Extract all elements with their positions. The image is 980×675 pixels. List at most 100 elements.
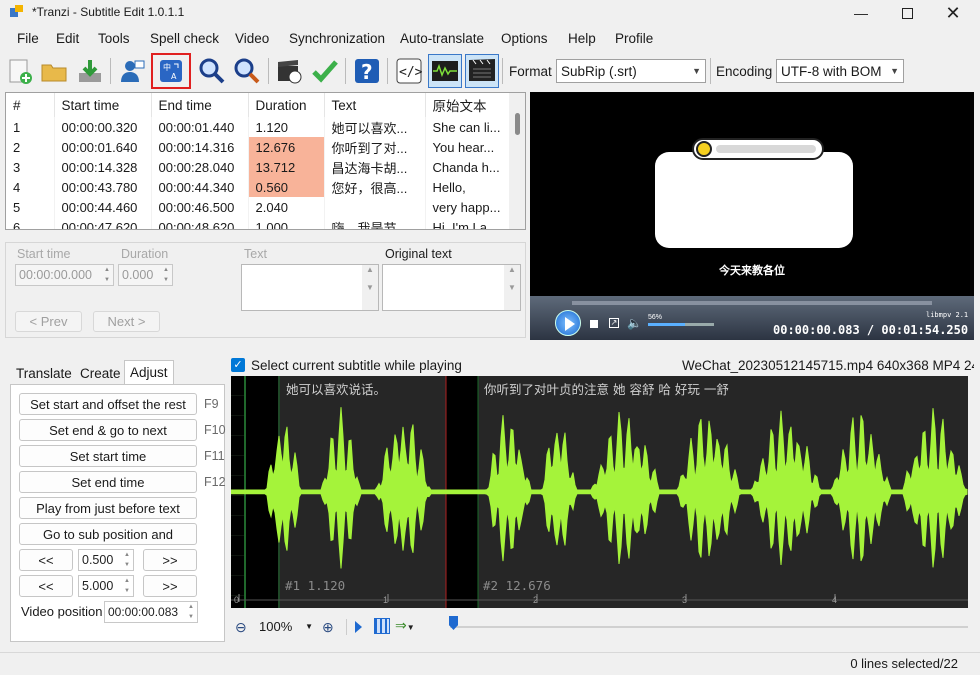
video-position-label: Video position — [21, 604, 103, 619]
table-row[interactable]: 5 00:00:44.460 00:00:46.500 2.040 very happ.… — [6, 197, 512, 217]
cell-start: 00:00:14.328 — [54, 157, 152, 177]
video-toggle-button[interactable] — [465, 54, 499, 88]
original-scrollbar[interactable]: ▲ ▼ — [504, 265, 520, 310]
spinner-arrows-icon: ▲ ▼ — [188, 604, 194, 620]
table-row[interactable]: 1 00:00:00.320 00:00:01.440 1.120 她可以喜欢... Sh… — [6, 117, 512, 137]
menu-spell-check[interactable]: Spell check — [150, 31, 219, 46]
menu-auto-translate[interactable]: Auto-translate — [400, 31, 484, 46]
table-row[interactable]: 4 00:00:43.780 00:00:44.340 0.560 您好，很高... He… — [6, 177, 512, 197]
table-row[interactable]: 2 00:00:01.640 00:00:14.316 12.676 你听到了对... Y… — [6, 137, 512, 157]
svg-text:A: A — [171, 72, 177, 81]
minimize-button[interactable]: — — [838, 0, 884, 26]
translate-person-button[interactable] — [116, 54, 148, 88]
navigation-options-button[interactable]: ⇒▼ — [395, 617, 415, 634]
waveform-view[interactable]: 她可以喜欢说话。 你听到了对叶贞的注意 她 容舒 哈 好玩 一舒 #1 1.12… — [231, 376, 968, 608]
menu-file[interactable]: File — [17, 31, 39, 46]
set-start-time-button[interactable]: Set start time — [19, 445, 197, 467]
replace-button[interactable] — [231, 54, 263, 88]
col-number[interactable]: # — [6, 93, 55, 117]
menu-options[interactable]: Options — [501, 31, 548, 46]
close-button[interactable]: ✕ — [930, 0, 976, 26]
go-to-sub-position-button[interactable]: Go to sub position and — [19, 523, 197, 545]
spectrogram-button[interactable] — [374, 618, 390, 634]
toolbar: 中A ? </> Format SubRip (.srt) ▼ Encoding… — [0, 52, 980, 90]
back-small-button[interactable]: << — [19, 549, 73, 571]
menu-profile[interactable]: Profile — [615, 31, 653, 46]
open-file-button[interactable] — [38, 54, 70, 88]
new-file-button[interactable] — [4, 54, 36, 88]
grid-scrollbar[interactable] — [509, 93, 525, 229]
tick-label: 4 — [832, 595, 838, 605]
zoom-in-button[interactable]: ⊕ — [322, 619, 334, 636]
play-selection-button[interactable] — [355, 621, 362, 633]
video-progress-track[interactable] — [572, 301, 932, 305]
fwd-large-button[interactable]: >> — [143, 575, 197, 597]
menu-tools[interactable]: Tools — [98, 31, 130, 46]
encoding-select[interactable]: UTF-8 with BOM ▼ — [776, 59, 904, 83]
small-step-input[interactable]: 0.500 ▲ ▼ — [78, 549, 134, 571]
auto-translate-button[interactable]: 中A — [151, 53, 191, 89]
cell-duration: 13.712 — [248, 157, 325, 177]
select-while-playing-checkbox[interactable]: ✓ — [231, 358, 245, 372]
tick-label: 0 — [234, 595, 240, 605]
col-end-time[interactable]: End time — [151, 93, 249, 117]
play-button[interactable] — [555, 310, 581, 336]
col-duration[interactable]: Duration — [248, 93, 325, 117]
tab-create[interactable]: Create — [75, 362, 126, 384]
visual-sync-button[interactable] — [273, 54, 305, 88]
chevron-down-icon: ▼ — [890, 66, 899, 76]
play-before-text-button[interactable]: Play from just before text — [19, 497, 197, 519]
menu-synchronization[interactable]: Synchronization — [289, 31, 385, 46]
prev-button[interactable]: < Prev — [15, 311, 82, 332]
text-editor[interactable]: ▲ ▼ — [241, 264, 379, 311]
start-time-input[interactable]: 00:00:00.000 ▲ ▼ — [15, 264, 114, 286]
save-button[interactable] — [74, 54, 106, 88]
volume-button[interactable]: 🔈 — [627, 316, 642, 330]
select-while-playing-label: Select current subtitle while playing — [251, 358, 462, 373]
source-view-button[interactable]: </> — [393, 54, 425, 88]
menu-edit[interactable]: Edit — [56, 31, 79, 46]
col-text[interactable]: Text — [324, 93, 426, 117]
play-icon — [565, 317, 575, 331]
table-row[interactable]: 3 00:00:14.328 00:00:28.040 13.712 昌达海卡胡... C… — [6, 157, 512, 177]
start-time-value: 00:00:00.000 — [19, 268, 92, 282]
subtitle-grid[interactable]: # Start time End time Duration Text 原始文本… — [5, 92, 526, 230]
fullscreen-button[interactable]: ↗ — [609, 318, 619, 328]
spell-check-button[interactable] — [309, 54, 341, 88]
back-large-button[interactable]: << — [19, 575, 73, 597]
tab-translate[interactable]: Translate — [11, 362, 77, 384]
maximize-button[interactable] — [884, 0, 930, 26]
help-button[interactable]: ? — [351, 54, 383, 88]
cell-end: 00:00:46.500 — [151, 197, 249, 217]
scroll-thumb[interactable] — [515, 113, 520, 135]
menu-video[interactable]: Video — [235, 31, 269, 46]
col-start-time[interactable]: Start time — [54, 93, 152, 117]
next-button[interactable]: Next > — [93, 311, 160, 332]
tab-adjust[interactable]: Adjust — [124, 360, 174, 385]
stop-button[interactable] — [590, 320, 598, 328]
format-select[interactable]: SubRip (.srt) ▼ — [556, 59, 706, 83]
table-row[interactable]: 6 00:00:47.620 00:00:48.620 1.000 嗨，我是节... Hi… — [6, 217, 512, 229]
waveform-toggle-button[interactable] — [428, 54, 462, 88]
original-text-editor[interactable]: ▲ ▼ — [382, 264, 521, 311]
volume-slider[interactable] — [648, 323, 714, 326]
zoom-select[interactable]: 100% ▼ — [255, 616, 317, 636]
find-button[interactable] — [196, 54, 228, 88]
large-step-input[interactable]: 5.000 ▲ ▼ — [78, 575, 134, 597]
duration-input[interactable]: 0.000 ▲ ▼ — [118, 264, 173, 286]
encoding-label: Encoding — [716, 64, 773, 79]
media-file-info: WeChat_20230512145715.mp4 640x368 MP4 24… — [682, 358, 974, 373]
cell-text: 昌达海卡胡... — [324, 157, 426, 177]
set-end-time-button[interactable]: Set end time — [19, 471, 197, 493]
fwd-small-button[interactable]: >> — [143, 549, 197, 571]
text-scrollbar[interactable]: ▲ ▼ — [362, 265, 378, 310]
set-start-offset-button[interactable]: Set start and offset the rest — [19, 393, 197, 415]
zoom-out-button[interactable]: ⊖ — [235, 619, 247, 636]
minimize-icon: — — [854, 5, 868, 21]
set-end-next-button[interactable]: Set end & go to next — [19, 419, 197, 441]
video-position-input[interactable]: 00:00:00.083 ▲ ▼ — [104, 601, 198, 623]
waveform-position-track[interactable] — [450, 626, 968, 628]
cell-end: 00:00:44.340 — [151, 177, 249, 197]
menu-help[interactable]: Help — [568, 31, 596, 46]
col-original-text[interactable]: 原始文本 — [425, 93, 512, 117]
